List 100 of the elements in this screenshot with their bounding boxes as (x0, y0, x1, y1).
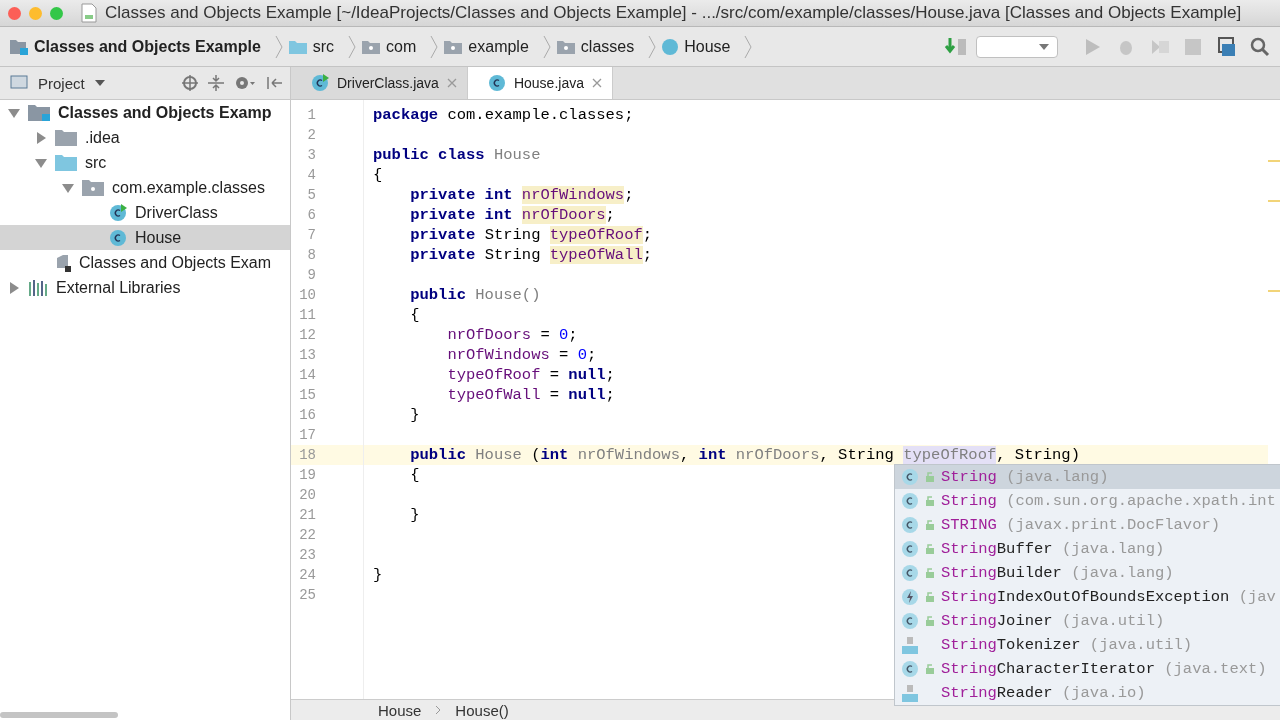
binary-file-icon (901, 684, 919, 702)
tree-label: src (85, 153, 107, 172)
folder-icon (55, 129, 77, 146)
line-number: 6 (306, 207, 316, 223)
code-line: private String typeOfRoof; (409, 226, 653, 244)
tree-label: .idea (85, 128, 120, 147)
window-title: Classes and Objects Example [~/IdeaProjects/Classes and Objects Example] - .../src/com/example/classes/House.java [Classes and Objects Example] (105, 3, 1242, 23)
expanded-arrow-icon[interactable] (8, 106, 20, 119)
code-line: public class House (373, 146, 541, 164)
class-icon (901, 612, 919, 630)
dropdown-arrow-icon[interactable] (94, 80, 105, 86)
package-folder-icon (362, 39, 381, 54)
search-icon[interactable] (1250, 36, 1270, 57)
line-number: 16 (298, 407, 316, 423)
code-line: } (409, 506, 420, 524)
editor-tab[interactable]: DriverClass.java (291, 67, 468, 99)
breadcrumb[interactable]: House() (455, 701, 509, 719)
completion-item[interactable]: StringIndexOutOfBoundsException (jav (895, 585, 1280, 609)
code-line: nrOfDoors = 0; (446, 326, 578, 344)
code-line: } (373, 566, 383, 584)
tree-item[interactable]: src (0, 150, 290, 175)
settings-icon[interactable] (234, 75, 256, 91)
tree-label: DriverClass (135, 203, 218, 222)
tree-label: External Libraries (56, 278, 181, 297)
runnable-class-icon (311, 74, 329, 92)
class-icon (487, 74, 506, 92)
tree-label: House (135, 228, 182, 247)
navigation-crumb[interactable]: example (444, 37, 529, 56)
close-tab-icon[interactable] (446, 78, 457, 88)
code-line: typeOfRoof = null; (446, 366, 615, 384)
code-line: private String typeOfWall; (409, 246, 653, 264)
expanded-arrow-icon[interactable] (35, 156, 47, 169)
hide-panel-icon[interactable] (266, 75, 282, 91)
public-access-icon (925, 519, 935, 531)
chevron-icon (435, 705, 442, 715)
zoom-window-button[interactable] (50, 6, 63, 20)
code-line: } (409, 406, 420, 424)
line-number: 17 (298, 427, 316, 443)
tree-item[interactable]: DriverClass (0, 200, 290, 225)
tree-item[interactable]: Classes and Objects Exam (0, 250, 290, 275)
chevron-icon (348, 34, 357, 59)
chevron-icon (542, 34, 551, 59)
completion-item[interactable]: StringBuffer (java.lang) (895, 537, 1280, 561)
completion-item[interactable]: String (com.sun.org.apache.xpath.int (895, 489, 1280, 513)
dropdown-arrow-icon (1039, 43, 1049, 50)
run-configuration-dropdown[interactable] (976, 35, 1058, 58)
class-icon (901, 468, 919, 486)
class-icon (901, 660, 919, 678)
locate-icon[interactable] (182, 75, 198, 91)
navigation-crumb[interactable]: classes (556, 37, 635, 56)
public-access-icon (925, 471, 935, 483)
tree-label: com.example.classes (112, 178, 265, 197)
tree-item[interactable]: External Libraries (0, 275, 290, 300)
completion-item[interactable]: StringReader (java.io) (895, 681, 1280, 705)
tree-item[interactable]: House (0, 225, 290, 250)
package-folder-icon (444, 39, 463, 54)
tree-label: Classes and Objects Exam (79, 253, 272, 272)
collapse-icon[interactable] (208, 75, 224, 91)
tree-item[interactable]: com.example.classes (0, 175, 290, 200)
code-line: package com.example.classes; (373, 106, 634, 124)
line-number: 25 (298, 587, 316, 603)
package-folder-icon (82, 179, 104, 196)
line-number: 10 (298, 287, 316, 303)
completion-item[interactable]: STRING (javax.print.DocFlavor) (895, 513, 1280, 537)
field-icon (901, 516, 919, 534)
project-structure-icon[interactable] (1216, 36, 1236, 57)
navigation-crumb[interactable]: src (288, 37, 335, 56)
collapsed-arrow-icon[interactable] (8, 281, 20, 294)
navigation-crumb[interactable]: House (662, 37, 731, 56)
completion-item[interactable]: String (java.lang) (895, 465, 1280, 489)
navigation-crumb[interactable]: Classes and Objects Example (10, 37, 261, 56)
folder-icon (288, 39, 307, 54)
completion-item[interactable]: StringTokenizer (java.util) (895, 633, 1280, 657)
runnable-class-icon (109, 203, 127, 222)
module-file-icon (55, 253, 71, 272)
line-number: 7 (306, 227, 316, 243)
close-tab-icon[interactable] (591, 78, 602, 88)
code-line: private int nrOfDoors; (409, 206, 615, 224)
expanded-arrow-icon[interactable] (62, 181, 74, 194)
class-icon (662, 38, 679, 55)
line-number: 18 (298, 447, 316, 463)
project-view-dropdown[interactable]: Project (38, 74, 85, 92)
navigation-crumb[interactable]: com (362, 37, 417, 56)
line-number: 15 (298, 387, 316, 403)
line-number: 5 (306, 187, 316, 203)
editor-tab[interactable]: House.java (467, 67, 613, 99)
collapsed-arrow-icon[interactable] (35, 131, 47, 144)
breadcrumb[interactable]: House (378, 701, 422, 719)
scrollbar-thumb[interactable] (0, 712, 118, 718)
close-window-button[interactable] (8, 6, 21, 20)
completion-item[interactable]: StringBuilder (java.lang) (895, 561, 1280, 585)
tree-item[interactable]: .idea (0, 125, 290, 150)
line-number: 12 (298, 327, 316, 343)
line-number: 2 (306, 127, 316, 143)
tree-item[interactable]: Classes and Objects Examp (0, 100, 290, 125)
completion-item[interactable]: StringCharacterIterator (java.text) (895, 657, 1280, 681)
public-access-icon (925, 543, 935, 555)
chevron-icon (430, 34, 439, 59)
project-folder-icon (10, 38, 28, 55)
completion-item[interactable]: StringJoiner (java.util) (895, 609, 1280, 633)
